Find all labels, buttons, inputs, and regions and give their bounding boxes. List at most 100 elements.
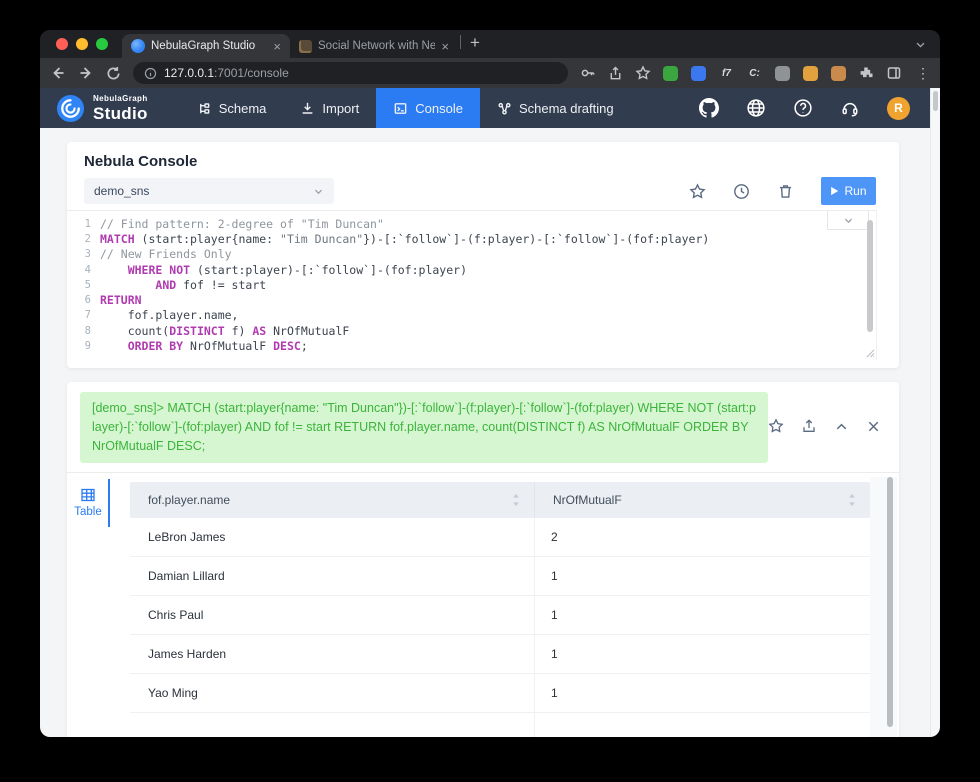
back-icon[interactable] (50, 65, 66, 81)
blue-gem-icon[interactable] (691, 65, 706, 81)
editor-resize-handle[interactable] (866, 349, 875, 358)
run-button[interactable]: Run (821, 177, 876, 205)
site-info-icon[interactable] (144, 67, 157, 80)
github-icon[interactable] (699, 98, 719, 118)
result-table-body: LeBron James 2 Damian Lillard 1 Chris Paul 1 J… (130, 518, 870, 737)
studio-brand[interactable]: NebulaGraph Studio (40, 94, 162, 123)
page-scrollbar-track[interactable] (930, 88, 940, 737)
nav-console[interactable]: Console (376, 88, 480, 128)
table-grid-icon (81, 488, 95, 502)
import-icon (303, 102, 313, 114)
table-cell: 2 (551, 530, 558, 544)
maximize-window-button[interactable] (96, 38, 108, 50)
editor-expand-button[interactable] (827, 211, 869, 230)
code-line[interactable]: 3 // New Friends Only (67, 247, 876, 262)
favorite-star-icon[interactable] (768, 418, 784, 434)
sort-icon[interactable] (512, 493, 520, 507)
bookmark-star-icon[interactable] (635, 65, 651, 81)
close-tab-icon[interactable]: × (273, 40, 281, 53)
tab-search-chevron-icon[interactable] (915, 39, 926, 50)
tab-separator (460, 34, 461, 49)
clear-trash-icon[interactable] (777, 183, 794, 200)
browser-menu-icon[interactable]: ⋮ (916, 65, 930, 82)
code-text: ORDER BY NrOfMutualF DESC; (127, 339, 308, 354)
table-cell: 1 (551, 686, 558, 700)
column-header-nrofmutualf[interactable]: NrOfMutualF (535, 482, 870, 518)
table-row: Yao Ming 1 (130, 674, 870, 713)
favorite-star-icon[interactable] (689, 182, 706, 200)
minimize-window-button[interactable] (76, 38, 88, 50)
help-icon[interactable] (793, 98, 813, 118)
browser-window: NebulaGraph Studio × Social Network with… (40, 30, 940, 737)
close-window-button[interactable] (56, 38, 68, 50)
code-line[interactable]: 1 // Find pattern: 2-degree of "Tim Dunca… (67, 216, 876, 231)
query-editor[interactable]: 1 // Find pattern: 2-degree of "Tim Dunca… (67, 210, 877, 360)
extensions-row: f7 C: (663, 65, 846, 81)
result-table: fof.player.name NrOfMutualF LeBron James… (130, 482, 870, 737)
language-globe-icon[interactable] (746, 98, 766, 118)
line-number: 2 (84, 232, 91, 245)
share-icon[interactable] (608, 66, 623, 81)
evernote-icon[interactable] (663, 65, 678, 81)
code-text: RETURN (100, 293, 142, 308)
ci-icon[interactable]: C: (747, 66, 762, 81)
table-cell (535, 713, 870, 737)
forward-icon[interactable] (78, 65, 94, 81)
history-clock-icon[interactable] (733, 183, 750, 200)
line-number: 3 (84, 248, 91, 261)
editor-scrollbar-thumb[interactable] (867, 220, 873, 332)
window-controls (56, 30, 108, 58)
code-line[interactable]: 4 WHERE NOT (start:player)-[:`follow`]-(… (67, 262, 876, 277)
reload-icon[interactable] (106, 66, 121, 81)
url-path: :7001/console (214, 66, 289, 80)
nav-schema[interactable]: Schema (180, 88, 284, 128)
code-line[interactable]: 2 MATCH (start:player{name: "Tim Duncan"}… (67, 231, 876, 246)
support-headset-icon[interactable] (840, 98, 860, 118)
f7-icon[interactable]: f7 (719, 66, 734, 81)
code-line[interactable]: 7 fof.player.name, (67, 308, 876, 323)
side-panel-icon[interactable] (886, 65, 902, 81)
new-tab-button[interactable]: + (470, 34, 480, 51)
tab-table-label: Table (74, 506, 102, 518)
close-result-icon[interactable] (866, 419, 881, 434)
nav-import[interactable]: Import (283, 88, 376, 128)
collapse-chevron-up-icon[interactable] (834, 419, 849, 434)
table-row: James Harden 1 (130, 635, 870, 674)
graph-space-select[interactable]: demo_sns (84, 178, 334, 204)
page-scrollbar-thumb[interactable] (933, 91, 938, 111)
code-line[interactable]: 5 AND fof != start (67, 277, 876, 292)
browser-tab-nebulagraph-studio[interactable]: NebulaGraph Studio × (122, 34, 290, 58)
code-line[interactable]: 8 count(DISTINCT f) AS NrOfMutualF (67, 323, 876, 338)
table-scrollbar-track[interactable] (870, 477, 897, 737)
user-avatar[interactable]: R (887, 96, 910, 120)
gray-card-icon[interactable] (775, 65, 790, 81)
code-text: WHERE NOT (start:player)-[:`follow`]-(fo… (127, 262, 467, 277)
column-label: fof.player.name (148, 493, 231, 507)
nav-label: Schema (218, 100, 267, 116)
code-line[interactable]: 9 ORDER BY NrOfMutualF DESC; (67, 338, 876, 353)
code-line[interactable]: 6 RETURN (67, 292, 876, 307)
puzzle-extensions-icon[interactable] (858, 65, 874, 81)
table-header: fof.player.name NrOfMutualF (130, 482, 870, 518)
run-label: Run (844, 184, 867, 198)
line-number: 5 (84, 278, 91, 291)
page-favicon-icon (299, 39, 312, 53)
line-number: 7 (84, 309, 91, 322)
table-scrollbar-thumb[interactable] (887, 477, 893, 727)
tab-table-view[interactable]: Table (67, 481, 109, 524)
close-tab-icon[interactable]: × (441, 40, 449, 53)
table-row-partial (130, 713, 870, 737)
metamask-icon[interactable] (831, 65, 846, 81)
table-cell: LeBron James (130, 518, 535, 556)
graph-space-value: demo_sns (94, 184, 150, 198)
export-icon[interactable] (801, 418, 817, 434)
address-bar[interactable]: 127.0.0.1:7001/console (133, 62, 568, 84)
browser-tab-social-network[interactable]: Social Network with NebulaGra × (290, 34, 458, 58)
amber-grid-icon[interactable] (803, 65, 818, 81)
nav-label: Schema drafting (518, 100, 614, 116)
nav-label: Console (415, 100, 463, 116)
password-key-icon[interactable] (580, 65, 596, 81)
nav-schema-drafting[interactable]: Schema drafting (480, 88, 631, 128)
sort-icon[interactable] (848, 493, 856, 507)
column-header-fof-player-name[interactable]: fof.player.name (130, 482, 535, 518)
